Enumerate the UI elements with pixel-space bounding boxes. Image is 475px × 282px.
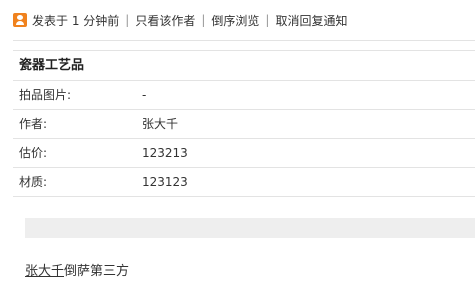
row-value: 张大千 [142,117,179,131]
table-row: 拍品图片: - [13,81,475,110]
row-value: - [142,88,147,102]
table-row: 估价: 123213 [13,139,475,168]
divider [13,40,475,41]
row-label: 材质: [19,175,48,189]
separator: | [125,13,130,27]
author-link[interactable]: 张大千 [25,264,64,279]
cancel-reply-notify-link[interactable]: 取消回复通知 [275,12,347,29]
posted-time: 发表于 1 分钟前 [32,13,120,28]
table-row: 材质: 123123 [13,168,475,197]
user-avatar-icon [13,13,27,27]
item-info-table: 瓷器工艺品 拍品图片: - 作者: 张大千 估价: 123213 材质: 123… [13,50,475,197]
content-bar [25,218,475,238]
view-author-only-link[interactable]: 只看该作者 [135,12,195,29]
row-value: 123213 [142,146,188,160]
separator: | [265,13,270,27]
table-title: 瓷器工艺品 [13,51,475,81]
reverse-order-link[interactable]: 倒序浏览 [211,12,259,29]
row-value: 123123 [142,175,188,189]
post-body-text: 张大千倒萨第三方 [25,260,129,279]
row-label: 拍品图片: [19,88,72,102]
separator: | [201,13,206,27]
post-meta-bar: 发表于 1 分钟前 | 只看该作者 | 倒序浏览 | 取消回复通知 [13,11,347,29]
table-row: 作者: 张大千 [13,110,475,139]
post-body-text-rest: 倒萨第三方 [64,264,130,279]
row-label: 作者: [19,117,48,131]
row-label: 估价: [19,146,48,160]
